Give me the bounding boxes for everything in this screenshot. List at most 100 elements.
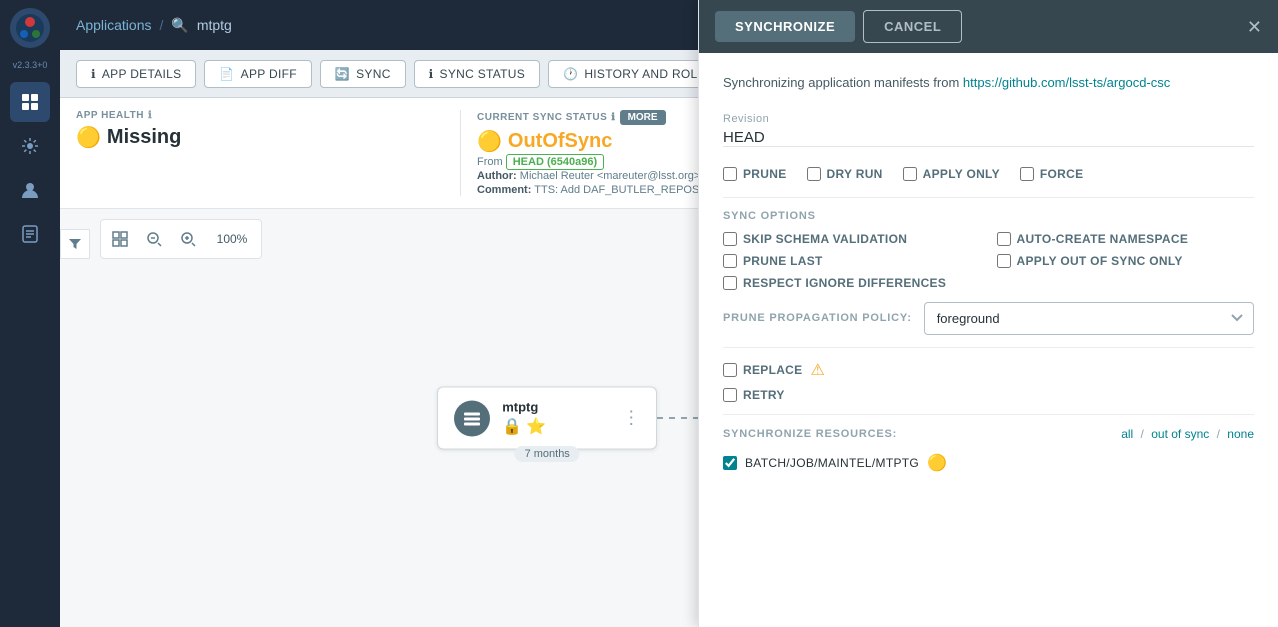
replace-row: REPLACE ⚠ [723, 360, 1254, 380]
app-details-button[interactable]: ℹ APP DETAILS [76, 60, 196, 88]
canvas-toolbar: 100% [100, 219, 262, 259]
all-link[interactable]: all [1121, 427, 1133, 441]
respect-ignore-checkbox[interactable] [723, 276, 737, 290]
app-health-info-icon: ℹ [148, 110, 152, 121]
sidebar-item-settings[interactable] [10, 126, 50, 166]
replace-checkbox[interactable] [723, 363, 737, 377]
breadcrumb-current: mtptg [197, 17, 232, 33]
search-icon: 🔍 [171, 17, 188, 34]
prune-policy-label: PRUNE PROPAGATION POLICY: [723, 312, 912, 324]
replace-label[interactable]: REPLACE [723, 363, 802, 377]
auto-namespace-label[interactable]: AUTO-CREATE NAMESPACE [997, 232, 1255, 246]
replace-warning-icon: ⚠ [810, 360, 824, 380]
divider-3 [723, 414, 1254, 415]
repo-link[interactable]: https://github.com/lsst-ts/argocd-csc [963, 75, 1170, 90]
revision-divider [723, 146, 1254, 147]
revision-label: Revision [723, 113, 1254, 125]
synchronize-button[interactable]: SYNCHRONIZE [715, 11, 855, 42]
revision-field: Revision HEAD [723, 113, 1254, 147]
app-health-card: APP HEALTH ℹ 🟡 Missing [76, 110, 461, 196]
skip-schema-checkbox[interactable] [723, 232, 737, 246]
out-of-sync-status-icon: 🟡 [477, 129, 502, 154]
breadcrumb-applications[interactable]: Applications [76, 17, 152, 33]
none-link[interactable]: none [1227, 427, 1254, 441]
divider-1 [723, 197, 1254, 198]
prune-checkbox-label[interactable]: PRUNE [723, 167, 787, 181]
prune-policy-select[interactable]: foreground background orphan [924, 302, 1254, 335]
sync-options-title: SYNC OPTIONS [723, 210, 1254, 222]
breadcrumb: Applications / 🔍 mtptg [76, 17, 232, 34]
retry-label[interactable]: RETRY [723, 388, 785, 402]
app-details-icon: ℹ [91, 67, 96, 81]
app-diff-icon: 📄 [219, 67, 234, 81]
link-sep-1: / [1141, 427, 1144, 441]
link-sep-2: / [1217, 427, 1220, 441]
resource-item: BATCH/JOB/MAINTEL/MTPTG 🟡 [723, 449, 1254, 477]
app-node-name: mtptg [502, 400, 610, 415]
batch-job-checkbox[interactable] [723, 456, 737, 470]
head-tag: HEAD (6540a96) [506, 154, 604, 170]
node-status-icon: ⭐ [526, 417, 546, 437]
sidebar-item-apps[interactable] [10, 82, 50, 122]
apply-out-of-sync-checkbox[interactable] [997, 254, 1011, 268]
missing-icon: 🟡 [76, 125, 101, 150]
divider-2 [723, 347, 1254, 348]
sync-status-info-icon: ℹ [611, 112, 615, 123]
sync-status-icon: ℹ [429, 67, 434, 81]
dialog-body: Synchronizing application manifests from… [699, 53, 1278, 627]
prune-last-label[interactable]: PRUNE LAST [723, 254, 981, 268]
app-logo [10, 8, 50, 48]
zoom-out-button[interactable] [139, 224, 169, 254]
filter-button[interactable] [60, 229, 90, 259]
force-checkbox-label[interactable]: FORCE [1020, 167, 1084, 181]
app-health-value: 🟡 Missing [76, 125, 444, 150]
fit-screen-button[interactable] [105, 224, 135, 254]
apply-only-checkbox-label[interactable]: APPLY ONLY [903, 167, 1000, 181]
batch-job-status-icon: 🟡 [927, 453, 947, 473]
breadcrumb-separator: / [160, 17, 164, 33]
apply-only-checkbox[interactable] [903, 167, 917, 181]
zoom-in-button[interactable] [173, 224, 203, 254]
lock-icon: 🔒 [502, 417, 522, 437]
cancel-button[interactable]: CANCEL [863, 10, 962, 43]
sidebar-item-user[interactable] [10, 170, 50, 210]
skip-schema-label[interactable]: SKIP SCHEMA VALIDATION [723, 232, 981, 246]
app-node-info: mtptg 🔒 ⭐ [502, 400, 610, 437]
close-dialog-button[interactable]: ✕ [1247, 18, 1262, 36]
revision-value: HEAD [723, 129, 1254, 146]
dry-run-checkbox-label[interactable]: DRY RUN [807, 167, 883, 181]
zoom-level: 100% [207, 224, 257, 254]
app-health-label: APP HEALTH ℹ [76, 110, 444, 121]
prune-last-checkbox[interactable] [723, 254, 737, 268]
sidebar-item-docs[interactable] [10, 214, 50, 254]
dry-run-checkbox[interactable] [807, 167, 821, 181]
app-node-menu[interactable]: ⋮ [622, 408, 640, 429]
auto-namespace-checkbox[interactable] [997, 232, 1011, 246]
batch-job-name: BATCH/JOB/MAINTEL/MTPTG [745, 456, 919, 470]
app-diff-button[interactable]: 📄 APP DIFF [204, 60, 311, 88]
sync-dialog: SYNCHRONIZE CANCEL ✕ Synchronizing appli… [698, 0, 1278, 627]
app-node-status-icons: 🔒 ⭐ [502, 417, 610, 437]
app-node-icon [454, 400, 490, 436]
resources-title: SYNCHRONIZE RESOURCES: [723, 428, 897, 440]
resources-links: all / out of sync / none [1121, 427, 1254, 441]
sync-button-bar[interactable]: 🔄 SYNC [320, 60, 406, 88]
prune-policy-row: PRUNE PROPAGATION POLICY: foreground bac… [723, 302, 1254, 335]
retry-row: RETRY [723, 388, 1254, 402]
sync-options-grid: SKIP SCHEMA VALIDATION AUTO-CREATE NAMES… [723, 232, 1254, 290]
more-button[interactable]: MORE [620, 110, 666, 125]
force-checkbox[interactable] [1020, 167, 1034, 181]
out-of-sync-link[interactable]: out of sync [1151, 427, 1209, 441]
apply-out-of-sync-label[interactable]: APPLY OUT OF SYNC ONLY [997, 254, 1255, 268]
prune-checkbox[interactable] [723, 167, 737, 181]
sync-icon: 🔄 [335, 67, 350, 81]
main-area: Applications / 🔍 mtptg ℹ APP DETAILS 📄 A… [60, 0, 1278, 627]
app-node-time: 7 months [515, 446, 580, 462]
app-node: mtptg 🔒 ⭐ ⋮ [437, 387, 657, 450]
version-label: v2.3.3+0 [13, 60, 48, 70]
respect-ignore-label[interactable]: RESPECT IGNORE DIFFERENCES [723, 276, 981, 290]
history-icon: 🕐 [563, 67, 578, 81]
retry-checkbox[interactable] [723, 388, 737, 402]
top-checkboxes: PRUNE DRY RUN APPLY ONLY FORCE [723, 167, 1254, 181]
sync-status-button[interactable]: ℹ SYNC STATUS [414, 60, 540, 88]
